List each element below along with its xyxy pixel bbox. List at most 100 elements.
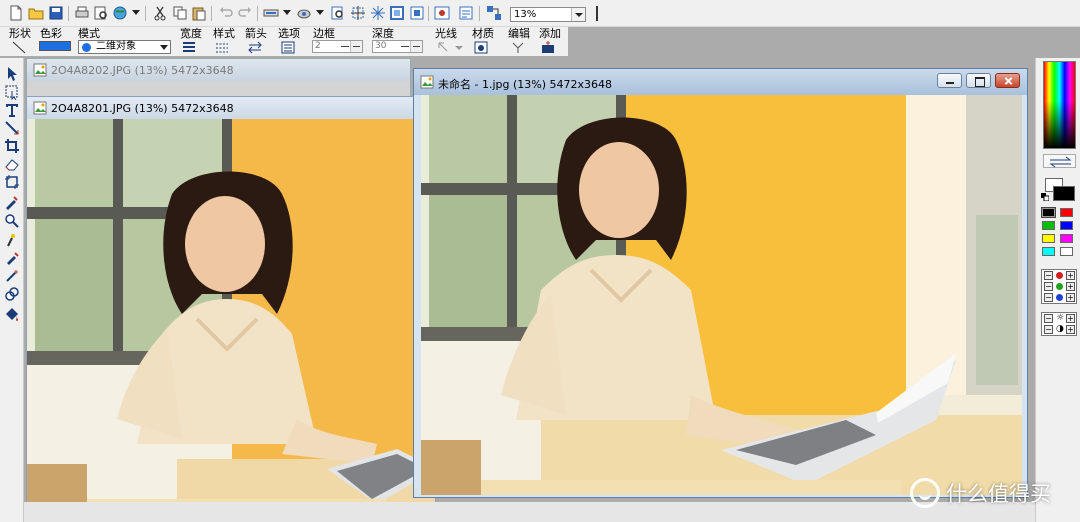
eraser-tool-icon[interactable] <box>4 156 20 172</box>
straighten-tool-icon[interactable] <box>4 120 20 136</box>
window-titlebar[interactable]: 2O4A8201.JPG (13%) 5472x3648 <box>27 97 435 119</box>
fill-tool-icon[interactable] <box>4 306 20 322</box>
crop-tool-icon[interactable] <box>4 138 20 154</box>
add-label: 添加 <box>539 27 561 40</box>
material-icon[interactable] <box>474 41 488 54</box>
photo-canvas[interactable] <box>421 95 1022 495</box>
select-tool-icon[interactable] <box>4 84 20 100</box>
web-icon[interactable] <box>112 5 128 21</box>
sun-icon: ☼ <box>1056 313 1065 323</box>
edit-icon[interactable] <box>511 41 525 54</box>
close-button[interactable] <box>995 73 1020 88</box>
foreground-color-swatch[interactable] <box>1053 186 1075 201</box>
spin-buttons[interactable] <box>350 41 362 52</box>
add-icon[interactable] <box>541 41 555 54</box>
image-file-icon <box>33 101 47 115</box>
depth-value: 30 <box>375 41 387 51</box>
browser-icon[interactable] <box>434 5 450 21</box>
pointer-tool-icon[interactable] <box>4 66 20 82</box>
swatch-red[interactable] <box>1060 208 1073 217</box>
border-value: 2 <box>315 41 321 51</box>
reset-colors-icon[interactable] <box>1041 191 1050 202</box>
main-toolbar: 13% <box>0 0 1080 27</box>
zoom-tool-icon[interactable] <box>330 5 346 21</box>
clone-tool-icon[interactable] <box>4 286 20 302</box>
arrange-icon[interactable] <box>486 5 502 21</box>
watermark-text: 什么值得买 <box>946 482 1051 506</box>
border-label: 边框 <box>313 27 335 40</box>
line-style-icon[interactable] <box>215 41 229 54</box>
rgb-adjust-panel: − + − + − + <box>1041 269 1077 304</box>
swatch-black[interactable] <box>1041 207 1056 218</box>
watermark: 什么值得买 <box>910 478 1051 510</box>
swatch-white[interactable] <box>1060 247 1073 256</box>
arrow-style-icon[interactable] <box>248 41 262 54</box>
light-icon[interactable] <box>437 41 451 54</box>
cut-icon[interactable] <box>152 5 168 21</box>
color-swatch[interactable] <box>39 41 71 51</box>
open-folder-icon[interactable] <box>28 5 44 21</box>
swatch-magenta[interactable] <box>1060 234 1073 243</box>
minimize-button[interactable] <box>937 73 962 88</box>
mode-value: 二维对象 <box>96 41 136 52</box>
chevron-down-icon[interactable] <box>160 45 168 50</box>
window-titlebar[interactable]: 未命名 - 1.jpg (13%) 5472x3648 <box>414 69 1027 95</box>
print-preview-icon[interactable] <box>93 5 109 21</box>
zoom-tool-icon[interactable] <box>4 213 20 229</box>
spin-buttons[interactable] <box>410 41 422 52</box>
swatch-green[interactable] <box>1042 221 1055 230</box>
undo-icon[interactable] <box>218 5 234 21</box>
save-icon[interactable] <box>48 5 64 21</box>
maximize-button[interactable] <box>966 73 991 88</box>
brightness-contrast-panel: − ☼ + − ◑ + <box>1041 312 1077 336</box>
color-label: 色彩 <box>40 27 62 40</box>
mode-select[interactable]: 二维对象 <box>78 40 171 54</box>
edit-label: 编辑 <box>508 27 530 40</box>
layer-icon[interactable] <box>409 5 425 21</box>
red-eye-tool-icon[interactable] <box>4 232 20 248</box>
zoom-select[interactable]: 13% <box>510 7 586 22</box>
copy-icon[interactable] <box>172 5 188 21</box>
redo-icon[interactable] <box>237 5 253 21</box>
tool-panel <box>0 58 24 522</box>
color-spectrum[interactable] <box>1043 61 1076 149</box>
image-file-icon <box>33 63 47 77</box>
paste-icon[interactable] <box>191 5 207 21</box>
photo-image <box>421 95 1022 495</box>
resize-icon[interactable] <box>350 5 366 21</box>
enhance-icon[interactable] <box>370 5 386 21</box>
camera-icon[interactable] <box>296 5 312 21</box>
transform-tool-icon[interactable] <box>4 174 20 190</box>
swatch-yellow[interactable] <box>1042 234 1055 243</box>
eyedropper-tool-icon[interactable] <box>4 194 20 210</box>
options-label: 选项 <box>278 27 300 40</box>
camera-dropdown-icon[interactable] <box>316 10 324 15</box>
text-tool-icon[interactable] <box>4 102 20 118</box>
retouch-tool-icon[interactable] <box>4 268 20 284</box>
chevron-down-icon[interactable] <box>571 8 585 21</box>
photo-canvas[interactable] <box>27 119 435 521</box>
line-width-icon[interactable] <box>182 41 196 54</box>
window-titlebar[interactable]: 2O4A8202.JPG (13%) 5472x3648 <box>27 59 410 81</box>
scan-icon[interactable] <box>263 5 279 21</box>
depth-spinner[interactable]: 30 <box>372 40 423 53</box>
material-label: 材质 <box>472 27 494 40</box>
document-window-untitled-1[interactable]: 未命名 - 1.jpg (13%) 5472x3648 <box>413 68 1028 498</box>
scan-dropdown-icon[interactable] <box>283 10 291 15</box>
swap-colors-button[interactable] <box>1043 154 1076 168</box>
print-icon[interactable] <box>74 5 90 21</box>
line-shape-icon[interactable] <box>12 41 26 54</box>
light-dropdown-icon[interactable] <box>455 46 463 50</box>
swatch-blue[interactable] <box>1060 221 1073 230</box>
image-info-icon[interactable] <box>458 5 474 21</box>
swatch-cyan[interactable] <box>1042 247 1055 256</box>
new-file-icon[interactable] <box>8 5 24 21</box>
web-dropdown-icon[interactable] <box>132 10 140 15</box>
options-icon[interactable] <box>281 41 295 54</box>
border-spinner[interactable]: 2 <box>312 40 363 53</box>
mode-dot-icon <box>82 43 91 52</box>
frame-icon[interactable] <box>389 5 405 21</box>
shape-label: 形状 <box>9 27 31 40</box>
document-window-2O4A8201[interactable]: 2O4A8201.JPG (13%) 5472x3648 <box>26 96 436 522</box>
paintbrush-tool-icon[interactable] <box>4 250 20 266</box>
